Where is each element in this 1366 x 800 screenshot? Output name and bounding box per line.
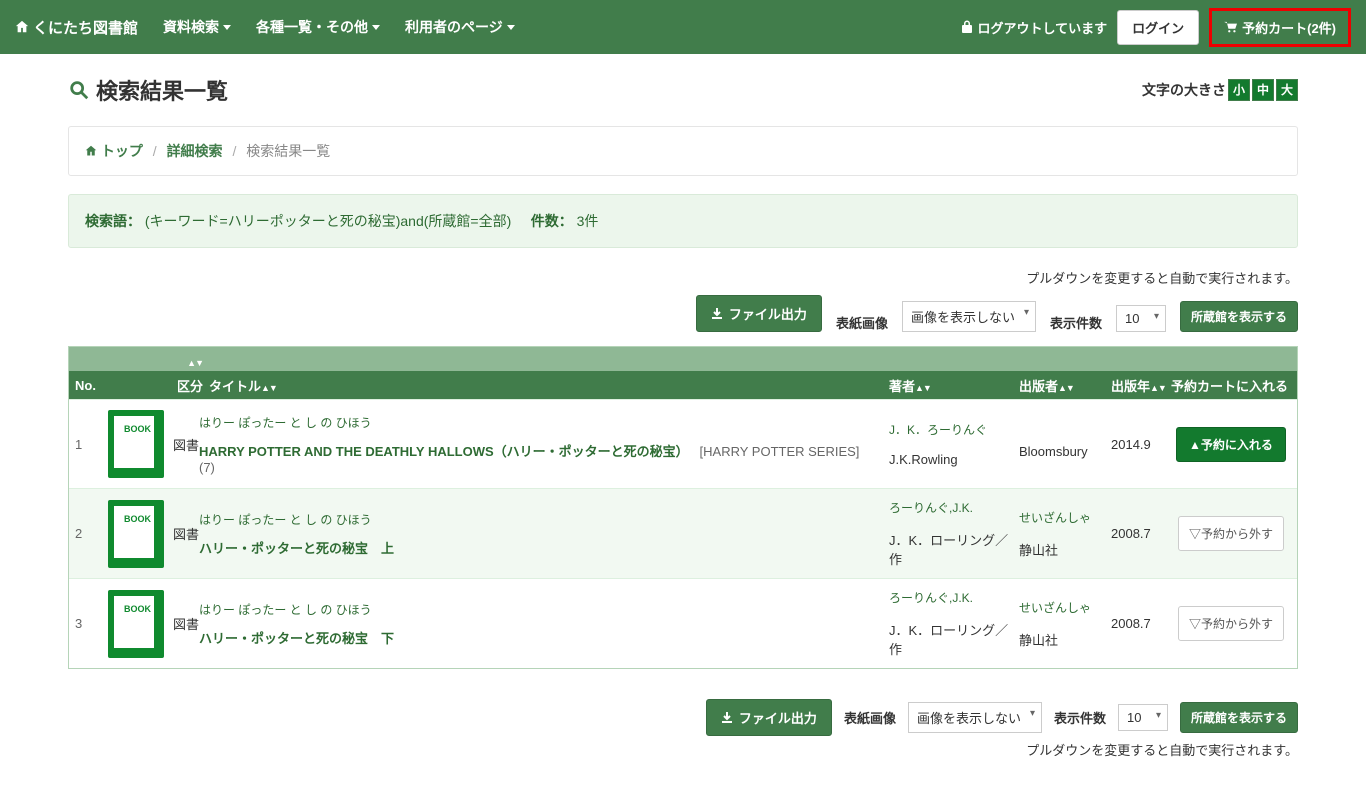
add-to-cart-button[interactable]: ▲予約に入れる <box>1176 427 1286 462</box>
row-volume: (7) <box>199 460 879 475</box>
row-author: J.K.Rowling <box>889 452 1019 467</box>
row-no: 3 <box>75 616 99 631</box>
page-title: 検索結果一覧 <box>68 74 228 106</box>
caret-down-icon <box>223 25 231 30</box>
search-count-value: 3件 <box>577 213 599 229</box>
row-publisher: 静山社 <box>1019 540 1111 559</box>
table-header: No. ▲▼ 区分 タイトル▲▼ 著者▲▼ 出版者▲▼ 出版年▲▼ 予約カートに… <box>69 371 1297 399</box>
login-button[interactable]: ログイン <box>1117 10 1199 45</box>
row-title-link[interactable]: ハリー・ポッターと死の秘宝 下 <box>199 631 394 646</box>
nav-lists[interactable]: 各種一覧・その他 <box>256 17 380 37</box>
table-row: 3 BOOK 図書 はりー ぽったー と し の ひほう ハリー・ポッターと死の… <box>69 578 1297 668</box>
row-cover: BOOK <box>99 410 173 478</box>
download-icon <box>711 308 723 320</box>
cart-icon <box>1224 21 1238 33</box>
font-size-label: 文字の大きさ <box>1142 80 1226 100</box>
row-publisher: Bloomsbury <box>1019 444 1111 459</box>
nav-brand[interactable]: くにたち図書館 <box>15 17 138 38</box>
home-icon <box>15 20 29 34</box>
page-size-label: 表示件数 <box>1050 313 1102 332</box>
th-kubun[interactable]: ▲▼ 区分 <box>173 376 203 395</box>
caret-down-icon <box>372 25 380 30</box>
row-author-yomi: ろーりんぐ,J.K. <box>889 589 1019 606</box>
row-author: J．K．ローリング／作 <box>889 530 1019 568</box>
th-publisher[interactable]: 出版者▲▼ <box>1019 376 1111 395</box>
book-icon: BOOK <box>108 410 164 478</box>
search-icon <box>68 79 90 101</box>
caret-down-icon <box>507 25 515 30</box>
show-holdings-button-bottom[interactable]: 所蔵館を表示する <box>1180 702 1298 733</box>
search-count-label: 件数： <box>531 213 573 229</box>
row-cover: BOOK <box>99 590 173 658</box>
font-small-button[interactable]: 小 <box>1228 79 1250 101</box>
lock-icon <box>961 20 973 34</box>
row-author-yomi: ろーりんぐ,J.K. <box>889 499 1019 516</box>
row-year: 2008.7 <box>1111 526 1171 541</box>
navbar: くにたち図書館 資料検索 各種一覧・その他 利用者のページ ログアウトしています… <box>0 0 1366 54</box>
font-large-button[interactable]: 大 <box>1276 79 1298 101</box>
row-publisher-yomi: せいざんしゃ <box>1019 509 1111 526</box>
cover-label: 表紙画像 <box>836 313 888 332</box>
row-title-link[interactable]: ハリー・ポッターと死の秘宝 上 <box>199 541 394 556</box>
nav-mypage[interactable]: 利用者のページ <box>405 17 515 37</box>
cover-label-bottom: 表紙画像 <box>844 708 896 727</box>
show-holdings-button[interactable]: 所蔵館を表示する <box>1180 301 1298 332</box>
table-row: 2 BOOK 図書 はりー ぽったー と し の ひほう ハリー・ポッターと死の… <box>69 488 1297 578</box>
row-no: 1 <box>75 437 99 452</box>
nav-search[interactable]: 資料検索 <box>163 17 231 37</box>
row-title-yomi: はりー ぽったー と し の ひほう <box>199 511 879 528</box>
cover-select-bottom[interactable]: 画像を表示しない <box>908 702 1042 733</box>
row-author: J．K．ローリング／作 <box>889 620 1019 658</box>
home-icon <box>85 145 97 157</box>
breadcrumb-detail[interactable]: 詳細検索 <box>167 143 223 159</box>
row-title-link[interactable]: HARRY POTTER AND THE DEATHLY HALLOWS（ハリー… <box>199 444 689 459</box>
download-icon <box>721 712 733 724</box>
th-title[interactable]: タイトル▲▼ <box>203 376 889 395</box>
font-medium-button[interactable]: 中 <box>1252 79 1274 101</box>
search-term-label: 検索語： <box>85 213 141 229</box>
book-icon: BOOK <box>108 590 164 658</box>
row-series: [HARRY POTTER SERIES] <box>700 444 860 459</box>
row-author-yomi: J．K．ろーりんぐ <box>889 421 1019 438</box>
breadcrumb: トップ / 詳細検索 / 検索結果一覧 <box>68 126 1298 176</box>
row-publisher-yomi: せいざんしゃ <box>1019 599 1111 616</box>
row-no: 2 <box>75 526 99 541</box>
cart-button[interactable]: 予約カート(2件) <box>1209 8 1351 47</box>
table-top-border <box>69 347 1297 371</box>
remove-from-cart-button[interactable]: ▽予約から外す <box>1178 606 1284 641</box>
row-publisher: 静山社 <box>1019 630 1111 649</box>
th-no: No. <box>75 378 99 393</box>
font-size-control: 文字の大きさ 小 中 大 <box>1142 79 1298 101</box>
row-title-yomi: はりー ぽったー と し の ひほう <box>199 601 879 618</box>
page-size-select[interactable]: 10 <box>1116 305 1166 332</box>
page-size-label-bottom: 表示件数 <box>1054 708 1106 727</box>
remove-from-cart-button[interactable]: ▽予約から外す <box>1178 516 1284 551</box>
file-output-button-bottom[interactable]: ファイル出力 <box>706 699 832 736</box>
logout-status: ログアウトしています <box>961 18 1107 37</box>
row-kubun: 図書 <box>173 614 199 633</box>
page-size-select-bottom[interactable]: 10 <box>1118 704 1168 731</box>
row-kubun: 図書 <box>173 524 199 543</box>
row-year: 2008.7 <box>1111 616 1171 631</box>
results-table: No. ▲▼ 区分 タイトル▲▼ 著者▲▼ 出版者▲▼ 出版年▲▼ 予約カートに… <box>68 346 1298 669</box>
book-icon: BOOK <box>108 500 164 568</box>
breadcrumb-current: 検索結果一覧 <box>246 143 330 159</box>
brand-label: くにたち図書館 <box>33 17 138 38</box>
row-cover: BOOK <box>99 500 173 568</box>
controls-hint-bottom: プルダウンを変更すると自動で実行されます。 <box>68 740 1298 759</box>
breadcrumb-top[interactable]: トップ <box>101 143 143 159</box>
search-info-panel: 検索語： (キーワード=ハリーポッターと死の秘宝)and(所蔵館=全部) 件数：… <box>68 194 1298 248</box>
th-year[interactable]: 出版年▲▼ <box>1111 376 1171 395</box>
row-year: 2014.9 <box>1111 437 1171 452</box>
table-row: 1 BOOK 図書 はりー ぽったー と し の ひほう HARRY POTTE… <box>69 399 1297 488</box>
controls-hint: プルダウンを変更すると自動で実行されます。 <box>68 268 1298 287</box>
th-cart: 予約カートに入れる <box>1171 376 1291 395</box>
row-title-yomi: はりー ぽったー と し の ひほう <box>199 414 879 431</box>
file-output-button[interactable]: ファイル出力 <box>696 295 822 332</box>
row-kubun: 図書 <box>173 435 199 454</box>
search-term-value: (キーワード=ハリーポッターと死の秘宝)and(所蔵館=全部) <box>145 213 511 229</box>
th-author[interactable]: 著者▲▼ <box>889 376 1019 395</box>
cover-select[interactable]: 画像を表示しない <box>902 301 1036 332</box>
